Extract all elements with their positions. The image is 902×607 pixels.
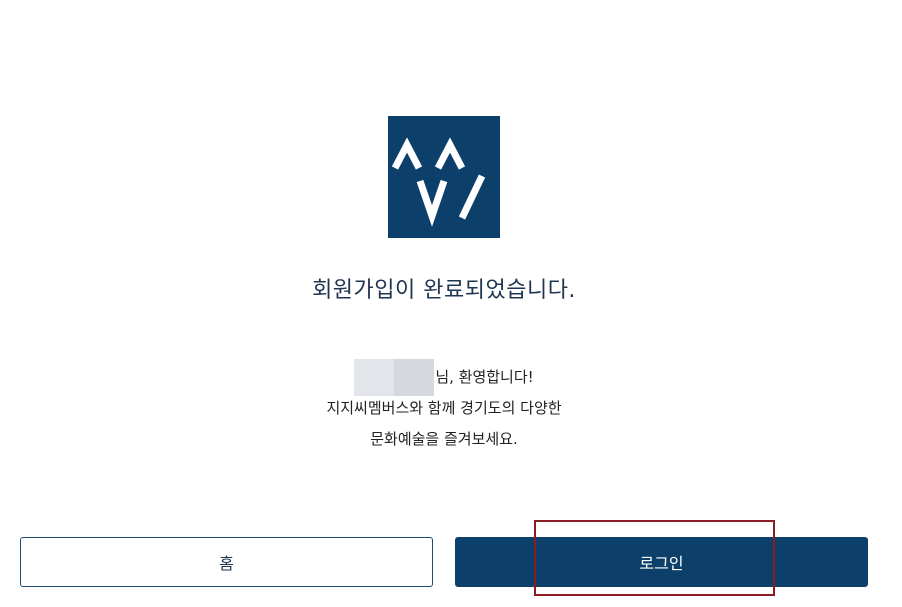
login-button[interactable]: 로그인 bbox=[455, 537, 868, 587]
home-button-label: 홈 bbox=[219, 554, 234, 573]
ggc-logo-icon bbox=[388, 116, 500, 238]
greeting-text: 님, 환영합니다! bbox=[435, 368, 534, 386]
signup-complete-page: 회원가입이 완료되었습니다. 님, 환영합니다! 지지씨멤버스와 함께 경기도의… bbox=[0, 0, 902, 607]
masked-user-name bbox=[354, 359, 435, 396]
welcome-message: 님, 환영합니다! 지지씨멤버스와 함께 경기도의 다양한 문화예술을 즐겨보세… bbox=[0, 359, 888, 455]
home-button[interactable]: 홈 bbox=[20, 537, 433, 587]
message-line-2: 지지씨멤버스와 함께 경기도의 다양한 bbox=[326, 399, 562, 417]
page-title: 회원가입이 완료되었습니다. bbox=[312, 278, 576, 303]
login-button-label: 로그인 bbox=[639, 554, 684, 573]
message-line-3: 문화예술을 즐겨보세요. bbox=[370, 430, 518, 448]
